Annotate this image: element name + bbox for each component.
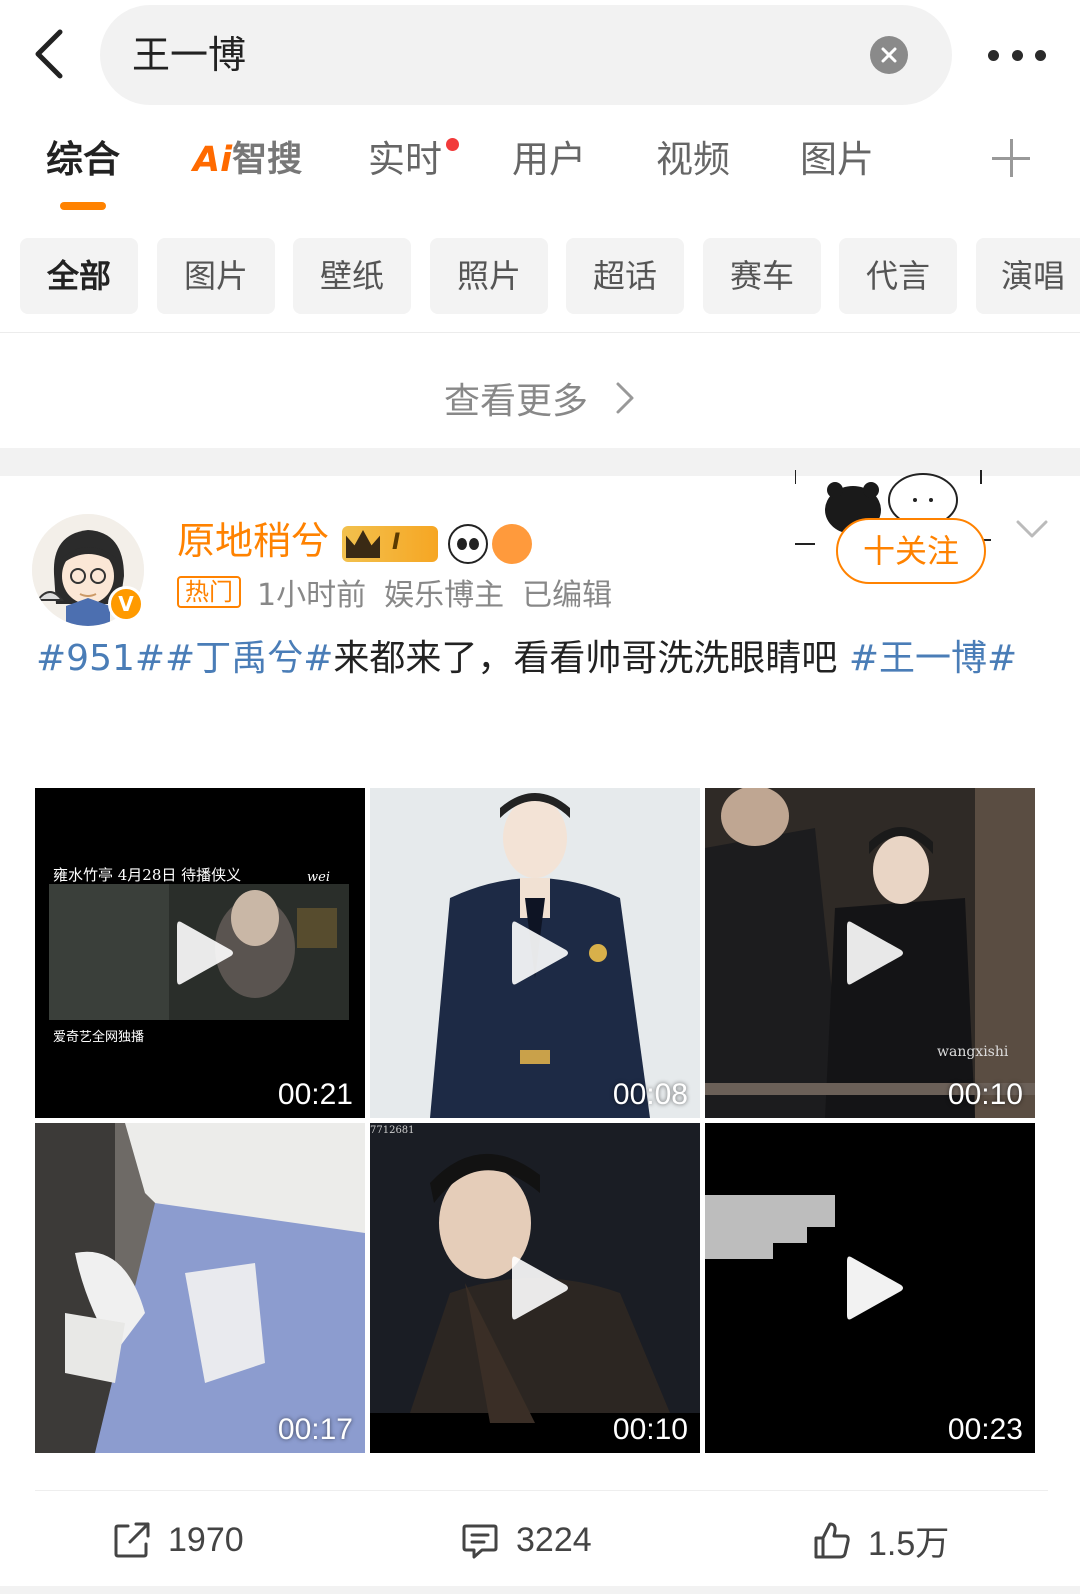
chevron-left-icon	[35, 29, 63, 79]
chip-wallpaper[interactable]: 壁纸	[293, 238, 411, 314]
see-more-button[interactable]: 查看更多	[0, 348, 1080, 448]
ai-logo: Ai	[193, 140, 233, 180]
follow-button[interactable]: 十关注	[836, 518, 986, 584]
share-icon	[114, 1522, 150, 1558]
video-frame	[35, 1123, 365, 1453]
repost-button[interactable]: 1970	[112, 1510, 244, 1570]
video-duration: 00:21	[277, 1078, 353, 1111]
top-bar: 王一博	[0, 0, 1080, 112]
tab-ai-search-label: 智搜	[232, 140, 303, 180]
search-input[interactable]: 王一博	[100, 5, 952, 105]
play-icon	[177, 921, 233, 985]
search-query: 王一博	[132, 33, 247, 77]
clear-search-button[interactable]	[870, 36, 908, 74]
more-dot-icon	[1011, 49, 1023, 61]
chip-supertopic[interactable]: 超话	[566, 238, 684, 314]
panda-icon	[448, 524, 488, 564]
play-icon	[512, 1256, 568, 1320]
active-tab-indicator	[60, 202, 106, 210]
play-icon	[847, 921, 903, 985]
fish-icon	[492, 524, 532, 564]
comment-icon	[462, 1524, 498, 1559]
chip-racing[interactable]: 赛车	[703, 238, 821, 314]
video-duration: 00:08	[612, 1078, 688, 1111]
chip-images[interactable]: 图片	[157, 238, 275, 314]
filter-chips: 全部 图片 壁纸 照片 超话 赛车 代言 演唱	[0, 238, 1080, 314]
section-separator	[0, 1586, 1080, 1594]
video-duration: 00:10	[947, 1078, 1023, 1111]
crown-icon	[346, 530, 380, 558]
comment-button[interactable]: 3224	[460, 1510, 592, 1570]
video-watermark: wei	[307, 870, 330, 885]
chip-all[interactable]: 全部	[20, 238, 138, 314]
post-actions: 1970 3224 1.5万	[0, 1496, 1080, 1586]
tab-users[interactable]: 用户	[512, 135, 586, 185]
post-meta: 热门 1小时前 娱乐博主 已编辑	[177, 572, 630, 613]
video-thumbnail[interactable]: wangxishi 00:10	[705, 788, 1035, 1118]
tab-ai-search[interactable]: Ai智搜	[193, 135, 302, 185]
more-dot-icon	[988, 49, 999, 61]
thumbs-up-icon	[814, 1522, 850, 1559]
chevron-down-icon[interactable]	[1015, 516, 1049, 542]
like-button[interactable]: 1.5万	[812, 1510, 949, 1570]
weibo-post: V 原地稍兮 I 热门 1小时前 娱乐博主 已编辑 十关注 #951##丁禹兮#…	[0, 470, 1080, 1594]
post-author-name[interactable]: 原地稍兮	[177, 516, 329, 566]
post-text-body: 来都来了，看看帅哥洗洗眼睛吧	[333, 638, 849, 679]
hot-tag: 热门	[177, 576, 241, 608]
level-label: I	[392, 530, 401, 555]
hashtag-link[interactable]: #王一博#	[849, 638, 1017, 679]
video-duration: 00:10	[612, 1413, 688, 1446]
video-thumbnail[interactable]: 00:17	[35, 1123, 365, 1453]
category-tabs: 综合 Ai智搜 实时 用户 视频 图片	[0, 125, 1080, 225]
divider	[0, 332, 1080, 333]
divider	[35, 1490, 1048, 1491]
play-icon	[512, 921, 568, 985]
video-thumbnail[interactable]: 00:08	[370, 788, 700, 1118]
video-grid: 雍水竹亭 4月28日 待播侠义 wei 爱奇艺全网独播 00:21 00:08	[35, 788, 1048, 1458]
video-thumbnail[interactable]: 雍水竹亭 4月28日 待播侠义 wei 爱奇艺全网独播 00:21	[35, 788, 365, 1118]
video-duration: 00:17	[277, 1413, 353, 1446]
edited-label: 已编辑	[522, 578, 613, 613]
post-content: #951##丁禹兮#来都来了，看看帅哥洗洗眼睛吧 #王一博#	[36, 630, 1046, 688]
video-caption: 雍水竹亭 4月28日 待播侠义	[53, 866, 242, 884]
like-count: 1.5万	[868, 1524, 950, 1563]
user-badges: I	[342, 524, 532, 564]
more-dot-icon	[1035, 49, 1046, 61]
hashtag-link[interactable]: #951##丁禹兮#	[36, 638, 333, 679]
more-options-button[interactable]	[988, 38, 1046, 72]
verified-badge-icon: V	[108, 586, 144, 622]
chip-concert[interactable]: 演唱	[976, 238, 1080, 314]
chip-photos[interactable]: 照片	[430, 238, 548, 314]
crown-level-icon: I	[342, 526, 438, 562]
notification-dot	[446, 138, 459, 151]
chevron-right-icon	[616, 382, 634, 414]
close-icon	[881, 47, 897, 63]
tab-images[interactable]: 图片	[800, 135, 874, 185]
video-thumbnail[interactable]: 00:23	[705, 1123, 1035, 1453]
tab-realtime[interactable]: 实时	[368, 135, 442, 185]
play-icon	[847, 1256, 903, 1320]
video-watermark: wangxishi	[937, 1044, 1009, 1060]
video-thumbnail[interactable]: 7712681 00:10	[370, 1123, 700, 1453]
repost-count: 1970	[168, 1520, 244, 1559]
author-role: 娱乐博主	[384, 578, 505, 613]
chip-endorsement[interactable]: 代言	[839, 238, 957, 314]
tab-comprehensive[interactable]: 综合	[46, 135, 120, 185]
tab-videos[interactable]: 视频	[656, 135, 730, 185]
video-watermark: 7712681	[370, 1125, 415, 1136]
video-caption: 爱奇艺全网独播	[53, 1030, 145, 1045]
comment-count: 3224	[516, 1520, 592, 1559]
see-more-label: 查看更多	[443, 381, 588, 422]
add-tab-icon[interactable]	[992, 139, 1030, 177]
video-duration: 00:23	[947, 1413, 1023, 1446]
back-button[interactable]	[22, 28, 74, 80]
post-time: 1小时前	[257, 578, 367, 613]
